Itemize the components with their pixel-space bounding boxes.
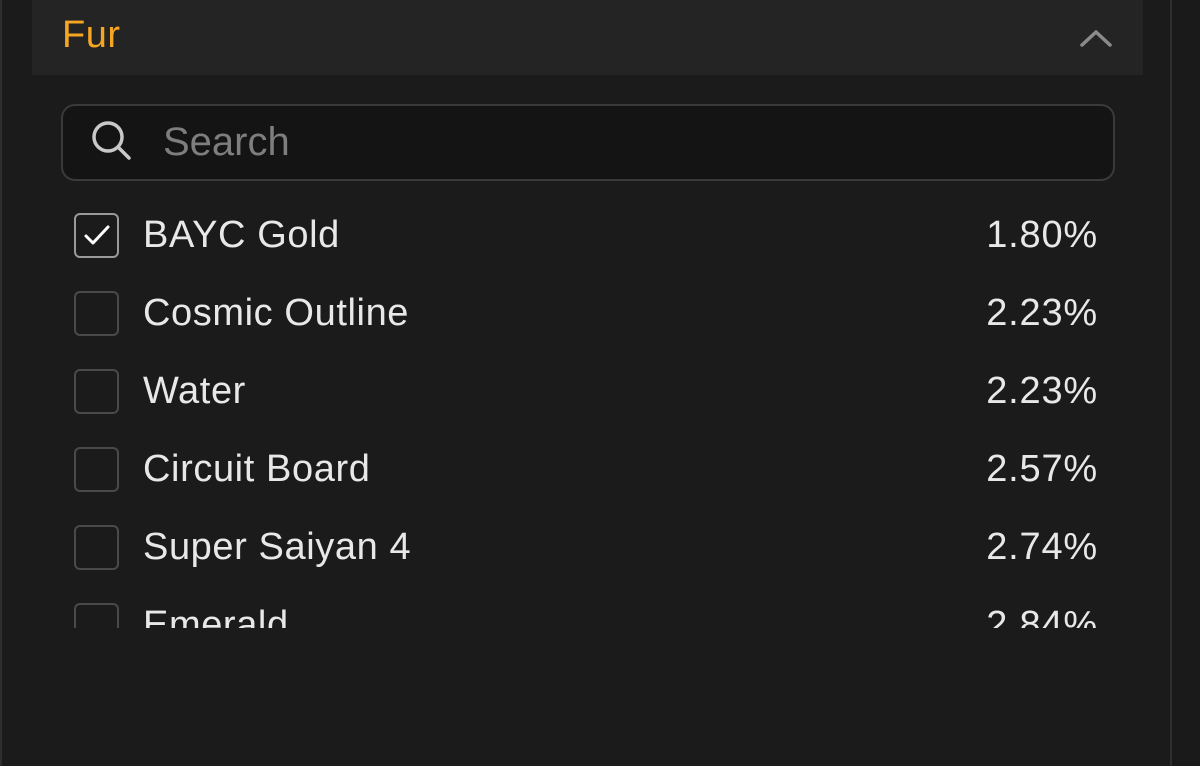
trait-option-label: BAYC Gold [143,213,340,256]
chevron-up-icon[interactable] [1079,27,1113,49]
trait-option-row[interactable]: BAYC Gold 1.80% [74,196,1104,274]
trait-option-label: Super Saiyan 4 [143,525,412,568]
trait-option-row[interactable]: Cosmic Outline 2.23% [74,274,1104,352]
search-icon [89,118,133,167]
trait-search-box[interactable] [61,104,1115,181]
trait-section-header[interactable]: Fur [32,0,1143,75]
trait-option-percent: 2.57% [986,447,1098,490]
trait-option-label: Emerald [143,603,289,629]
trait-option-label: Circuit Board [143,447,371,490]
trait-option-percent: 2.74% [986,525,1098,568]
trait-checkbox[interactable] [74,368,119,414]
trait-option-row[interactable]: Circuit Board 2.57% [74,430,1104,508]
trait-option-label: Cosmic Outline [143,291,410,334]
trait-option-percent: 1.80% [986,213,1098,256]
trait-option-percent: 2.23% [986,369,1098,412]
trait-option-row[interactable]: Water 2.23% [74,352,1104,430]
trait-options-list: BAYC Gold 1.80% Cosmic Outline 2.23% Wat… [74,196,1104,628]
trait-option-row[interactable]: Super Saiyan 4 2.74% [74,508,1104,586]
trait-filter-panel: Fur BA [0,0,1172,766]
trait-option-row[interactable]: Emerald 2.84% [74,586,1104,628]
trait-option-label: Water [143,369,246,412]
filter-sidebar: Fur BA [0,0,1200,766]
trait-section-title: Fur [62,14,121,56]
trait-checkbox[interactable] [74,524,119,570]
trait-checkbox[interactable] [74,290,119,336]
trait-checkbox[interactable] [74,212,119,258]
trait-checkbox[interactable] [74,446,119,492]
trait-option-percent: 2.23% [986,291,1098,334]
trait-option-percent: 2.84% [986,603,1098,629]
search-input[interactable] [163,112,1113,173]
trait-checkbox[interactable] [74,602,119,628]
page-background [1172,0,1200,766]
checkmark-icon [84,225,109,245]
